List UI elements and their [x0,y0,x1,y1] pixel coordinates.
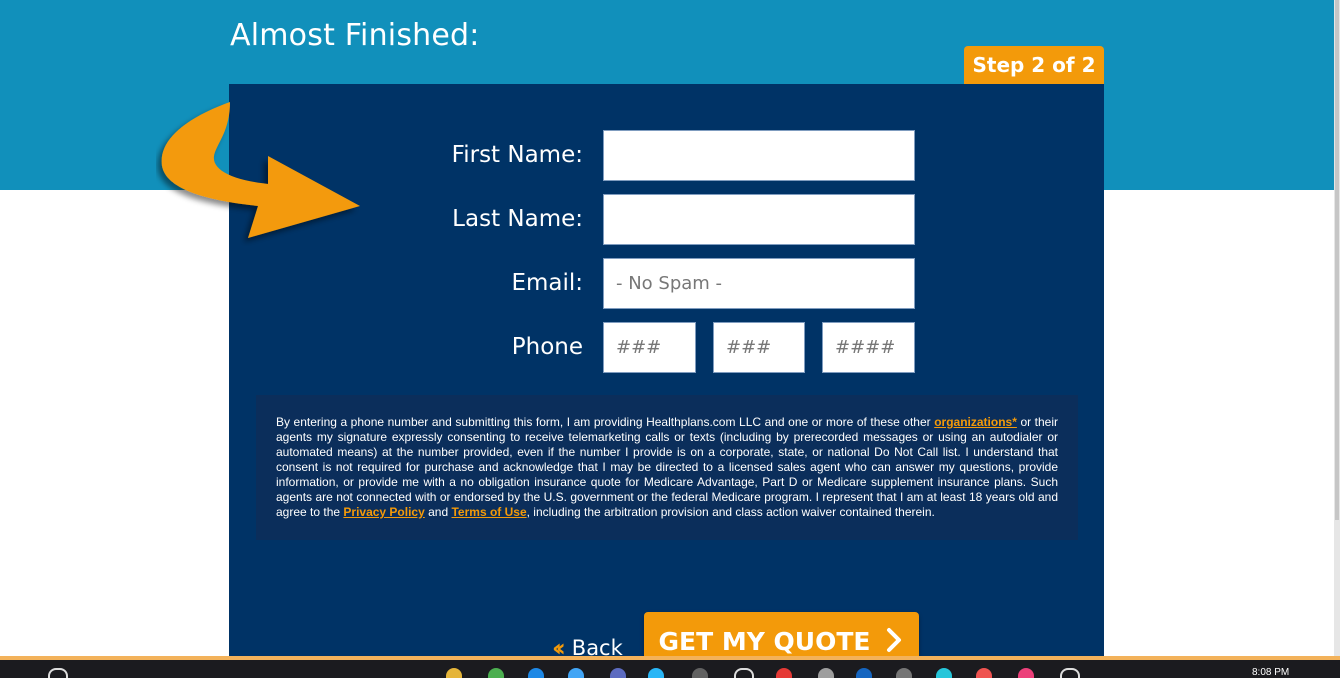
app-icon[interactable] [976,668,992,678]
phone-line-input[interactable] [822,322,915,373]
scrollbar[interactable] [1334,0,1340,660]
folder-icon[interactable] [446,668,462,678]
email-label: Email: [511,270,583,296]
app-icon[interactable] [776,668,792,678]
app-icon[interactable] [528,668,544,678]
step-indicator: Step 2 of 2 [964,46,1104,84]
phone-prefix-input[interactable] [713,322,805,373]
consent-text-1: By entering a phone number and submittin… [276,415,935,429]
terms-of-use-link[interactable]: Terms of Use [451,505,526,519]
app-icon[interactable] [568,668,584,678]
search-icon[interactable] [48,668,68,678]
app-icon[interactable] [856,668,872,678]
consent-text-2: or their agents my signature expressly c… [276,415,1059,519]
email-input[interactable] [603,258,915,309]
consent-text-3: and [424,505,452,519]
phone-label: Phone [511,334,583,360]
organizations-link[interactable]: organizations* [934,415,1017,429]
privacy-policy-link[interactable]: Privacy Policy [343,505,424,519]
consent-text-4: , including the arbitration provision an… [526,505,935,519]
app-icon[interactable] [692,668,708,678]
consent-disclaimer: By entering a phone number and submittin… [256,395,1078,540]
last-name-input[interactable] [603,194,915,245]
app-icon[interactable] [936,668,952,678]
phone-area-code-input[interactable] [603,322,696,373]
last-name-label: Last Name: [452,206,583,232]
scrollbar-thumb[interactable] [1335,0,1339,520]
taskbar [0,660,1340,678]
browser-icon[interactable] [648,668,664,678]
page-title: Almost Finished: [230,18,480,53]
first-name-input[interactable] [603,130,915,181]
first-name-label: First Name: [451,142,583,168]
get-my-quote-label: GET MY QUOTE [658,627,871,656]
page: Almost Finished: Step 2 of 2 First Name:… [0,0,1340,678]
app-icon[interactable] [1018,668,1034,678]
app-icon[interactable] [734,668,754,678]
taskbar-clock: 8:08 PM [1252,667,1290,678]
app-icon[interactable] [610,668,626,678]
app-icon[interactable] [818,668,834,678]
app-icon[interactable] [1060,668,1080,678]
app-icon[interactable] [896,668,912,678]
browser-icon[interactable] [488,668,504,678]
chevron-right-icon [887,628,902,652]
curved-arrow-icon [161,102,360,238]
